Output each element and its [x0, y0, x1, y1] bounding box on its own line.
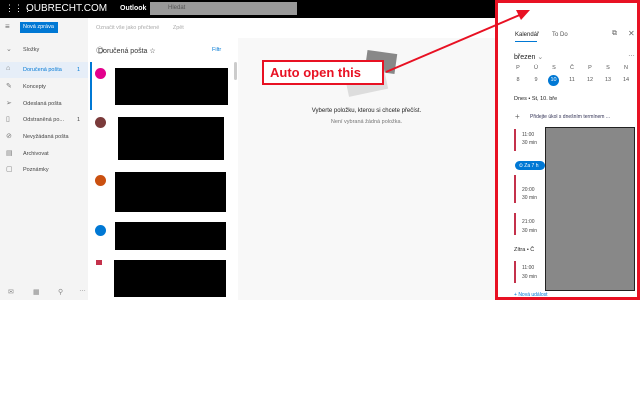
annotation-arrow — [385, 10, 530, 73]
